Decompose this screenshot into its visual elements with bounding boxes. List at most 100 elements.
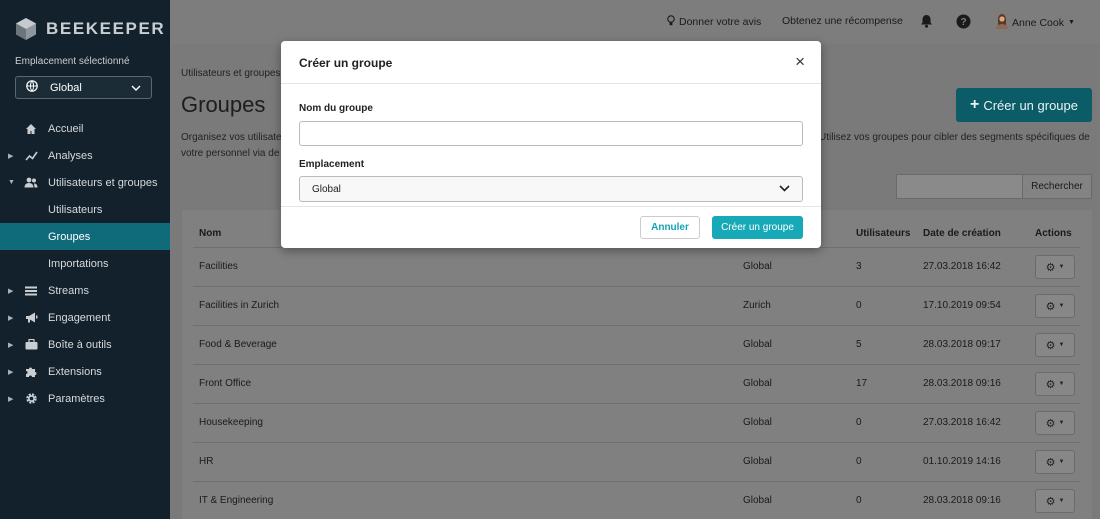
search-button[interactable]: Rechercher xyxy=(1022,174,1092,199)
table-row[interactable]: Facilities Global 3 27.03.2018 16:42 ⚙ ▼ xyxy=(193,247,1080,286)
feedback-link[interactable]: Donner votre avis xyxy=(667,15,761,29)
group-date: 01.10.2019 14:16 xyxy=(923,456,1001,467)
location-select[interactable]: Global xyxy=(15,76,152,99)
group-name: Facilities in Zurich xyxy=(199,300,280,311)
caret-down-icon: ▼ xyxy=(1058,420,1065,426)
bell-icon xyxy=(920,14,933,31)
actions-dropdown[interactable]: ⚙ ▼ xyxy=(1035,372,1075,396)
help-icon: ? xyxy=(956,14,971,32)
sidebar-item-parametres[interactable]: ▶ Paramètres xyxy=(0,385,170,412)
gear-icon xyxy=(24,392,38,406)
sidebar: BEEKEEPER Emplacement sélectionné Global… xyxy=(0,0,170,519)
group-name: IT & Engineering xyxy=(199,495,274,506)
sidebar-item-label: Engagement xyxy=(48,311,111,324)
submit-create-group-button[interactable]: Créer un groupe xyxy=(712,216,803,239)
sidebar-item-label: Extensions xyxy=(48,365,102,378)
group-date: 28.03.2018 09:16 xyxy=(923,378,1001,389)
create-group-button[interactable]: + Créer un groupe xyxy=(956,88,1092,122)
group-users: 17 xyxy=(856,378,868,389)
sidebar-item-extensions[interactable]: ▶ Extensions xyxy=(0,358,170,385)
sidebar-item-utilisateurs[interactable]: Utilisateurs xyxy=(0,196,170,223)
svg-text:?: ? xyxy=(960,17,966,28)
close-icon[interactable]: × xyxy=(795,53,805,70)
column-header-created[interactable]: Date de création xyxy=(923,228,1001,239)
sidebar-item-accueil[interactable]: Accueil xyxy=(0,115,170,142)
notifications-button[interactable] xyxy=(920,14,933,31)
group-users: 5 xyxy=(856,339,862,350)
caret-down-icon: ▼ xyxy=(8,179,15,186)
actions-dropdown[interactable]: ⚙ ▼ xyxy=(1035,450,1075,474)
sidebar-item-groupes[interactable]: Groupes xyxy=(0,223,170,250)
cancel-button[interactable]: Annuler xyxy=(640,216,700,239)
group-date: 27.03.2018 16:42 xyxy=(923,417,1001,428)
search-input[interactable] xyxy=(896,174,1022,199)
caret-right-icon: ▶ xyxy=(8,395,14,403)
sidebar-item-importations[interactable]: Importations xyxy=(0,250,170,277)
group-name: HR xyxy=(199,456,214,467)
table-row[interactable]: HR Global 0 01.10.2019 14:16 ⚙ ▼ xyxy=(193,442,1080,481)
table-row[interactable]: Front Office Global 17 28.03.2018 09:16 … xyxy=(193,364,1080,403)
group-name-input[interactable] xyxy=(299,121,803,146)
group-users: 3 xyxy=(856,261,862,272)
table-row[interactable]: Facilities in Zurich Zurich 0 17.10.2019… xyxy=(193,286,1080,325)
sidebar-nav: Accueil ▶ Analyses ▼ Utilisateurs et gro… xyxy=(0,115,170,412)
actions-dropdown[interactable]: ⚙ ▼ xyxy=(1035,294,1075,318)
chart-line-icon xyxy=(24,149,38,163)
sidebar-item-label: Importations xyxy=(48,257,109,270)
actions-dropdown[interactable]: ⚙ ▼ xyxy=(1035,411,1075,435)
group-location: Global xyxy=(743,339,772,350)
column-header-name[interactable]: Nom xyxy=(199,228,221,239)
gear-icon: ⚙ xyxy=(1045,378,1056,391)
group-name: Housekeeping xyxy=(199,417,263,428)
group-date: 28.03.2018 09:17 xyxy=(923,339,1001,350)
caret-down-icon: ▼ xyxy=(1058,303,1065,309)
sidebar-item-boite-a-outils[interactable]: ▶ Boîte à outils xyxy=(0,331,170,358)
group-name: Facilities xyxy=(199,261,238,272)
puzzle-icon xyxy=(24,365,38,379)
group-users: 0 xyxy=(856,456,862,467)
group-name: Front Office xyxy=(199,378,252,389)
caret-right-icon: ▶ xyxy=(8,314,14,322)
create-group-label: Créer un groupe xyxy=(983,97,1078,113)
caret-down-icon: ▼ xyxy=(1058,381,1065,387)
actions-dropdown[interactable]: ⚙ ▼ xyxy=(1035,489,1075,513)
sidebar-item-users-groups[interactable]: ▼ Utilisateurs et groupes xyxy=(0,169,170,196)
table-row[interactable]: IT & Engineering Global 0 28.03.2018 09:… xyxy=(193,481,1080,519)
create-group-modal: Créer un groupe × Nom du groupe Emplacem… xyxy=(281,41,821,248)
gear-icon: ⚙ xyxy=(1045,339,1056,352)
sidebar-item-engagement[interactable]: ▶ Engagement xyxy=(0,304,170,331)
group-users: 0 xyxy=(856,300,862,311)
caret-right-icon: ▶ xyxy=(8,341,14,349)
sidebar-item-streams[interactable]: ▶ Streams xyxy=(0,277,170,304)
reward-link[interactable]: Obtenez une récompense xyxy=(782,15,903,27)
users-icon xyxy=(24,176,38,190)
chevron-down-icon xyxy=(131,82,141,94)
feedback-label: Donner votre avis xyxy=(679,16,762,28)
group-name-label: Nom du groupe xyxy=(299,103,373,114)
location-dropdown[interactable]: Global xyxy=(299,176,803,202)
location-selected-value: Global xyxy=(312,183,341,195)
sidebar-item-label: Utilisateurs xyxy=(48,203,103,216)
gear-icon: ⚙ xyxy=(1045,495,1056,508)
actions-dropdown[interactable]: ⚙ ▼ xyxy=(1035,333,1075,357)
table-row[interactable]: Food & Beverage Global 5 28.03.2018 09:1… xyxy=(193,325,1080,364)
gear-icon: ⚙ xyxy=(1045,417,1056,430)
modal-footer: Annuler Créer un groupe xyxy=(281,206,821,248)
user-menu[interactable]: Anne Cook ▼ xyxy=(995,13,1075,32)
caret-down-icon: ▼ xyxy=(1058,498,1065,504)
actions-dropdown[interactable]: ⚙ ▼ xyxy=(1035,255,1075,279)
sidebar-item-label: Paramètres xyxy=(48,392,105,405)
table-row[interactable]: Housekeeping Global 0 27.03.2018 16:42 ⚙… xyxy=(193,403,1080,442)
group-location: Global xyxy=(743,417,772,428)
column-header-users[interactable]: Utilisateurs xyxy=(856,228,910,239)
caret-down-icon: ▼ xyxy=(1067,19,1075,26)
description-line-1-right: Utilisez vos groupes pour cibler des seg… xyxy=(819,132,1090,143)
group-name: Food & Beverage xyxy=(199,339,277,350)
breadcrumb[interactable]: Utilisateurs et groupes xyxy=(181,68,281,79)
sidebar-item-label: Streams xyxy=(48,284,89,297)
lightbulb-icon xyxy=(667,15,675,29)
logo[interactable]: BEEKEEPER xyxy=(15,17,165,41)
group-location: Global xyxy=(743,456,772,467)
help-button[interactable]: ? xyxy=(956,14,971,32)
sidebar-item-analyses[interactable]: ▶ Analyses xyxy=(0,142,170,169)
